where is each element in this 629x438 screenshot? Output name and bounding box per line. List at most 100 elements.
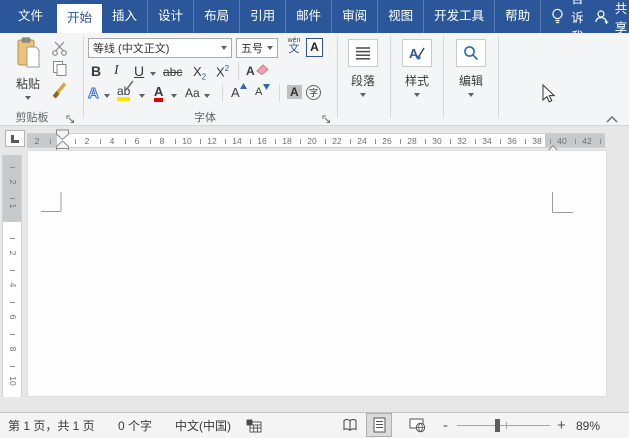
ruler-tick bbox=[10, 334, 15, 335]
zoom-level[interactable]: 89% bbox=[576, 413, 600, 438]
copy-button[interactable] bbox=[52, 60, 68, 82]
font-group-label: 字体 bbox=[194, 112, 216, 124]
ruler-number: 18 bbox=[282, 136, 292, 146]
web-layout-button[interactable] bbox=[404, 413, 430, 437]
ruler-tick bbox=[74, 139, 76, 144]
tab-references[interactable]: 引用 bbox=[239, 0, 285, 33]
zoom-slider-center-tick bbox=[506, 422, 507, 429]
styles-group-button[interactable]: A 样式 bbox=[395, 39, 439, 97]
horizontal-ruler[interactable]: 2 2 4 6 8 10 12 14 16 18 20 22 24 26 28 30 32 34 36 38 40 42 bbox=[27, 133, 605, 148]
share-button[interactable]: 共享 bbox=[594, 0, 627, 35]
font-color-label: A bbox=[154, 84, 164, 99]
change-case-button[interactable]: Aa bbox=[185, 86, 200, 100]
grow-font-button[interactable]: A bbox=[231, 83, 247, 100]
eraser-icon bbox=[256, 64, 269, 76]
read-mode-button[interactable] bbox=[337, 413, 363, 437]
document-page[interactable] bbox=[27, 150, 607, 397]
tab-design[interactable]: 设计 bbox=[147, 0, 193, 33]
font-color-dropdown-arrow[interactable] bbox=[171, 94, 177, 98]
tab-layout[interactable]: 布局 bbox=[193, 0, 239, 33]
text-effects-button[interactable]: A bbox=[88, 85, 100, 103]
clear-formatting-button[interactable]: A bbox=[246, 62, 269, 80]
ruler-tick bbox=[10, 302, 15, 303]
ruler-tick bbox=[99, 139, 101, 144]
enclose-characters-button[interactable]: 字 bbox=[306, 85, 321, 100]
font-name-combo[interactable]: 等线 (中文正文) bbox=[88, 38, 232, 58]
font-color-button[interactable]: A bbox=[154, 84, 164, 102]
tab-file[interactable]: 文件 bbox=[4, 0, 57, 33]
ruler-tick bbox=[124, 139, 126, 144]
paragraph-group-button[interactable]: 段落 bbox=[341, 39, 385, 97]
ruler-tick bbox=[10, 270, 15, 271]
highlight-dropdown-arrow[interactable] bbox=[139, 94, 145, 98]
underline-button[interactable]: U bbox=[134, 63, 144, 79]
ruler-number: 2 bbox=[34, 136, 40, 146]
ruler-tick bbox=[10, 167, 15, 168]
vertical-ruler[interactable]: 2 1 2 4 6 8 10 bbox=[2, 155, 22, 397]
zoom-in-button[interactable]: + bbox=[557, 413, 566, 438]
text-effects-dropdown-arrow[interactable] bbox=[104, 94, 110, 98]
phonetic-guide-char: 文 bbox=[288, 43, 300, 55]
bold-button[interactable]: B bbox=[91, 63, 101, 79]
character-shading-button[interactable]: A bbox=[287, 85, 302, 99]
font-name-value: 等线 (中文正文) bbox=[93, 43, 170, 55]
shrink-font-label: A bbox=[255, 86, 263, 98]
change-case-dropdown-arrow[interactable] bbox=[204, 94, 210, 98]
cut-button[interactable] bbox=[51, 40, 68, 62]
ruler-number: 8 bbox=[8, 346, 18, 352]
tab-help[interactable]: 帮助 bbox=[494, 0, 540, 33]
paragraph-group-label: 段落 bbox=[350, 74, 375, 88]
tab-home[interactable]: 开始 bbox=[57, 4, 103, 33]
word-window: 文件 开始 插入 设计 布局 引用 邮件 审阅 视图 开发工具 帮助 告诉我 共… bbox=[0, 0, 629, 438]
page-number-status[interactable]: 第 1 页，共 1 页 bbox=[8, 413, 95, 438]
language-status[interactable]: 中文(中国) bbox=[175, 413, 231, 438]
zoom-slider[interactable] bbox=[457, 413, 550, 438]
zoom-out-button[interactable]: - bbox=[443, 413, 448, 438]
document-area: 2 2 4 6 8 10 12 14 16 18 20 22 24 26 28 30 32 34 36 38 40 42 … bbox=[0, 126, 629, 412]
italic-button[interactable]: I bbox=[114, 63, 119, 79]
ruler-tick bbox=[474, 139, 476, 144]
highlight-color-button[interactable]: ab bbox=[117, 80, 134, 101]
zoom-slider-track bbox=[457, 425, 550, 426]
strikethrough-button[interactable]: abc bbox=[163, 65, 182, 79]
tab-insert[interactable]: 插入 bbox=[102, 0, 147, 33]
ruler-tick bbox=[10, 366, 15, 367]
tab-stop-selector[interactable] bbox=[5, 130, 25, 147]
phonetic-guide-button[interactable]: wén 文 bbox=[285, 37, 303, 55]
ruler-tick bbox=[574, 139, 576, 144]
ruler-tick bbox=[499, 139, 501, 144]
zoom-slider-thumb[interactable] bbox=[495, 419, 500, 432]
font-size-dropdown-arrow bbox=[267, 46, 273, 50]
styles-dropdown-arrow bbox=[414, 93, 420, 97]
ruler-number: 34 bbox=[482, 136, 492, 146]
underline-dropdown-arrow[interactable] bbox=[150, 72, 156, 76]
ruler-tick bbox=[174, 139, 176, 144]
ruler-number: 24 bbox=[357, 136, 367, 146]
tab-mailings[interactable]: 邮件 bbox=[285, 0, 331, 33]
ruler-tick bbox=[399, 139, 401, 144]
superscript-small: 2 bbox=[224, 64, 230, 73]
tell-me-box[interactable]: 告诉我 bbox=[540, 0, 594, 44]
ruler-tick bbox=[299, 139, 301, 144]
ruler-tick bbox=[274, 139, 276, 144]
ruler-number: 2 bbox=[84, 136, 90, 146]
shrink-font-button[interactable]: A bbox=[255, 84, 270, 98]
highlight-pen-icon bbox=[125, 80, 134, 91]
macro-record-icon[interactable] bbox=[246, 413, 262, 438]
paste-button[interactable]: 粘贴 bbox=[6, 37, 50, 100]
print-layout-button[interactable] bbox=[366, 413, 392, 437]
tab-view[interactable]: 视图 bbox=[377, 0, 423, 33]
subscript-button[interactable]: X2 bbox=[193, 64, 206, 82]
word-count-status[interactable]: 0 个字 bbox=[118, 413, 152, 438]
ruler-tick bbox=[599, 139, 601, 144]
font-size-combo[interactable]: 五号 bbox=[236, 38, 278, 58]
tab-developer[interactable]: 开发工具 bbox=[423, 0, 494, 33]
font-size-value: 五号 bbox=[241, 43, 263, 55]
paragraph-lines-icon bbox=[348, 39, 378, 67]
ruler-number: 42 bbox=[582, 136, 592, 146]
character-border-button[interactable]: A bbox=[306, 38, 323, 57]
format-painter-button[interactable] bbox=[51, 80, 69, 105]
tab-review[interactable]: 审阅 bbox=[331, 0, 377, 33]
superscript-button[interactable]: X2 bbox=[216, 64, 229, 79]
editing-group-button[interactable]: 编辑 bbox=[449, 39, 493, 97]
